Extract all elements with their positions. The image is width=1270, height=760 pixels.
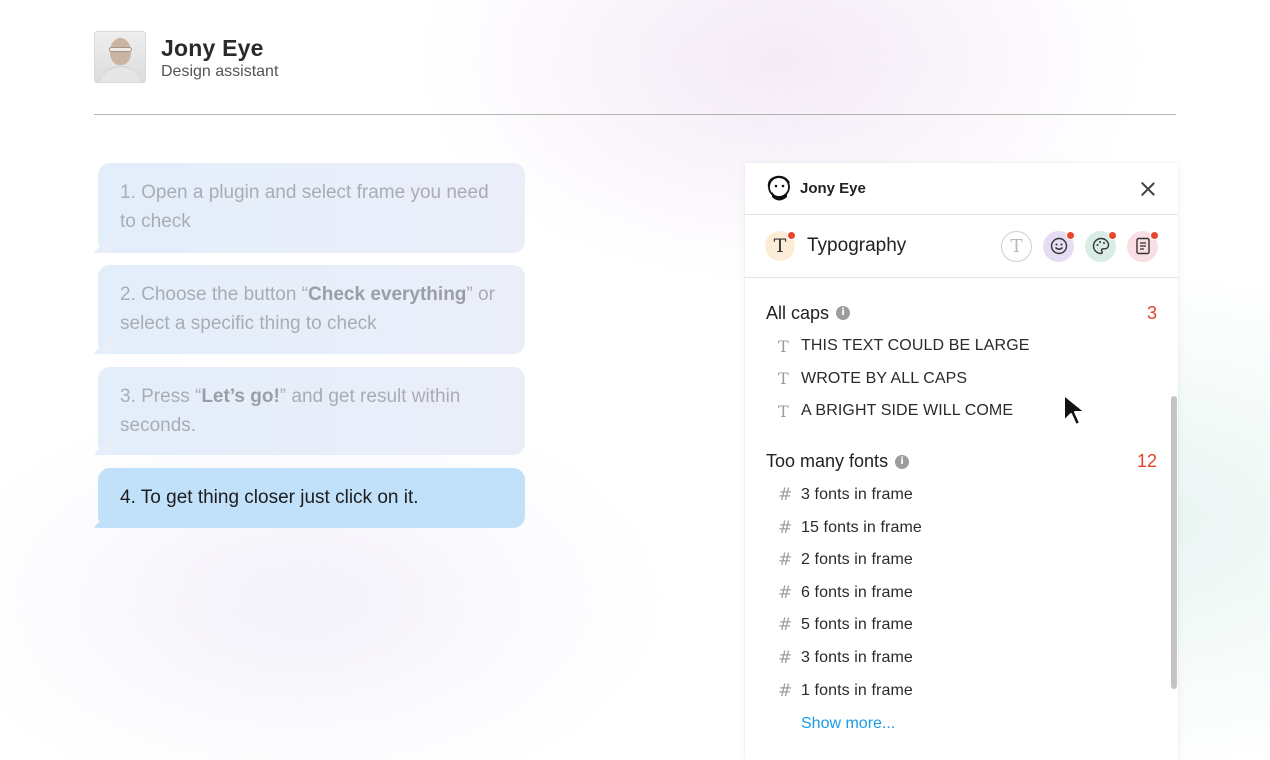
item-label: 5 fonts in frame [801,616,913,634]
item-label: 3 fonts in frame [801,486,913,504]
item-label: 15 fonts in frame [801,518,922,536]
panel-scrollbar[interactable] [1171,396,1177,689]
section-title: Too many fonts [766,451,889,472]
list-item[interactable]: # 3 fonts in frame [766,642,1158,675]
step-3-prefix: 3. Press “ [120,386,202,407]
show-more-link[interactable]: Show more... [801,715,895,733]
smiley-icon[interactable] [1043,230,1075,262]
active-tab-label: Typography [807,235,907,256]
step-1-text: 1. Open a plugin and select frame you ne… [120,182,489,232]
step-bubble-2: 2. Choose the button “Check everything” … [98,265,525,354]
issue-count: 12 [1136,451,1157,472]
list-item[interactable]: # 5 fonts in frame [766,609,1158,642]
palette-icon[interactable] [1085,230,1117,262]
step-4-text: 4. To get thing closer just click on it. [120,487,419,508]
list-item[interactable]: T THIS TEXT COULD BE LARGE [766,330,1158,363]
item-label: WROTE BY ALL CAPS [801,369,968,387]
hash-icon: # [778,485,793,506]
item-label: 1 fonts in frame [801,681,913,699]
step-3-bold: Let’s go! [201,386,280,407]
section-all-caps: All caps i 3 [766,299,1158,327]
step-bubble-3: 3. Press “Let’s go!” and get result with… [98,367,525,455]
list-item[interactable]: # 15 fonts in frame [766,511,1158,544]
too-many-fonts-items: # 3 fonts in frame # 15 fonts in frame #… [766,479,1158,707]
list-item[interactable]: T A BRIGHT SIDE WILL COME [766,395,1158,428]
typography-icon[interactable]: T [765,231,796,261]
assistant-role: Design assistant [161,62,279,80]
hash-icon: # [778,582,793,603]
issues-list: All caps i 3 T THIS TEXT COULD BE LARGE … [745,299,1178,733]
info-icon[interactable]: i [836,306,851,320]
hash-icon: # [778,550,793,571]
plugin-panel: Jony Eye T Typography T All caps i 3 T T… [745,163,1178,760]
step-2-prefix: 2. Choose the button “ [120,284,309,305]
notification-dot [787,231,796,240]
header-divider [94,114,1176,115]
list-item[interactable]: # 1 fonts in frame [766,674,1158,707]
panel-title: Jony Eye [800,180,866,197]
avatar [94,31,146,83]
jony-eye-logo-icon [765,175,793,203]
notification-dot [1066,230,1075,240]
list-item[interactable]: T WROTE BY ALL CAPS [766,363,1158,396]
list-item[interactable]: # 6 fonts in frame [766,577,1158,610]
list-item[interactable]: # 2 fonts in frame [766,544,1158,577]
section-too-many-fonts: Too many fonts i 12 [766,448,1158,476]
text-icon: T [778,401,789,421]
hash-icon: # [778,648,793,669]
text-tab-icon[interactable]: T [1001,230,1032,262]
notification-dot [1108,230,1117,240]
all-caps-items: T THIS TEXT COULD BE LARGE T WROTE BY AL… [766,330,1158,428]
category-tabs: T Typography T [745,215,1178,278]
step-bubble-4: 4. To get thing closer just click on it. [98,468,525,528]
document-icon[interactable] [1127,230,1159,262]
assistant-header: Jony Eye Design assistant [94,31,278,83]
section-title: All caps [766,302,830,323]
typography-icon-glyph: T [773,235,787,257]
notification-dot [1150,230,1159,240]
info-icon[interactable]: i [895,454,910,469]
assistant-name: Jony Eye [161,34,264,61]
item-label: A BRIGHT SIDE WILL COME [801,402,1014,420]
item-label: 6 fonts in frame [801,583,913,601]
text-icon: T [778,369,789,389]
mouse-cursor-icon [1063,394,1086,426]
item-label: 2 fonts in frame [801,551,913,569]
item-label: 3 fonts in frame [801,649,913,667]
panel-header: Jony Eye [745,163,1178,215]
hash-icon: # [778,615,793,636]
issue-count: 3 [1146,302,1157,323]
text-tab-glyph: T [1010,235,1023,257]
text-icon: T [778,336,789,356]
list-item[interactable]: # 3 fonts in frame [766,479,1158,512]
assistant-info: Jony Eye Design assistant [161,34,278,81]
close-button[interactable] [1138,179,1158,199]
step-2-bold: Check everything [308,284,467,305]
hash-icon: # [778,680,793,701]
hash-icon: # [778,517,793,538]
step-bubble-1: 1. Open a plugin and select frame you ne… [98,163,525,253]
item-label: THIS TEXT COULD BE LARGE [801,337,1030,355]
